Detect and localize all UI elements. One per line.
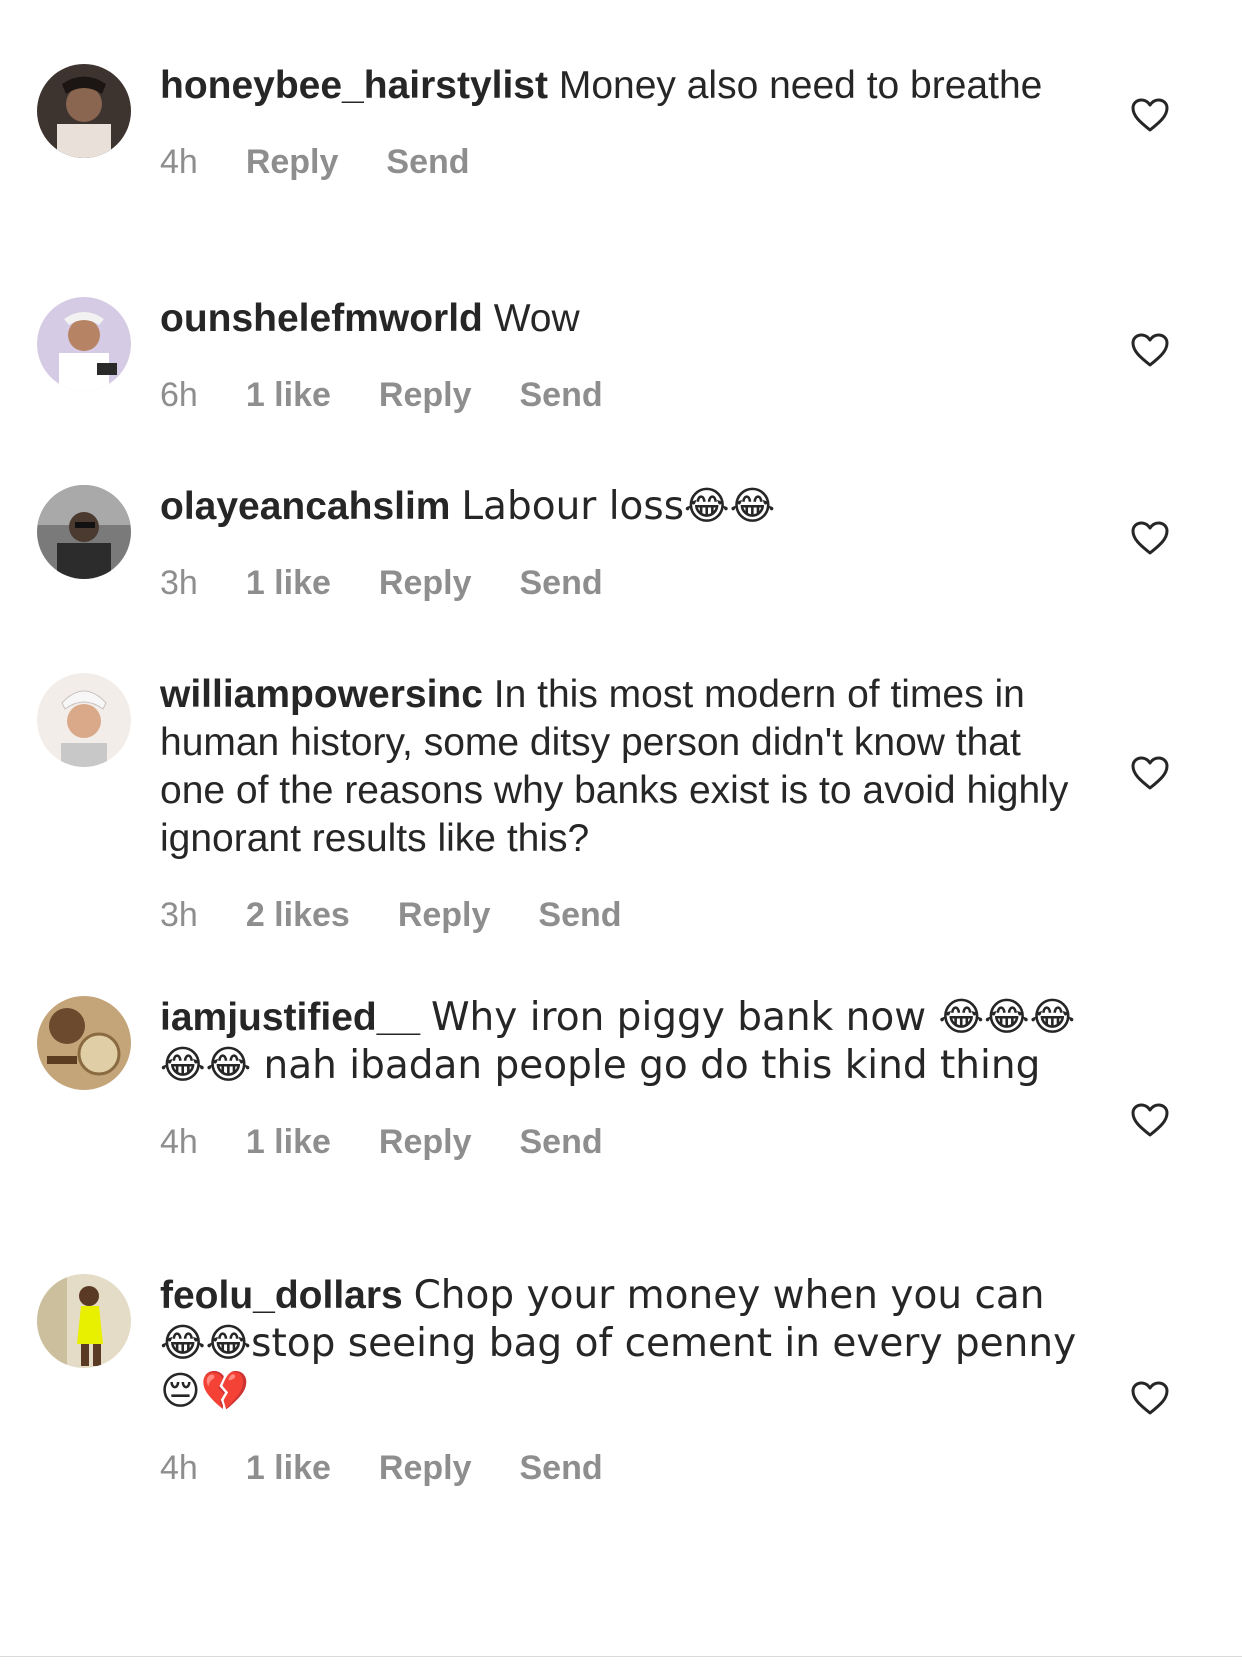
avatar[interactable] (37, 673, 131, 767)
comment-time: 3h (160, 564, 198, 602)
heart-outline-icon[interactable] (1130, 755, 1170, 791)
comment-meta: 3h 2 likes Reply Send (160, 895, 1080, 935)
comment-time: 3h (160, 896, 198, 934)
comment-text: iamjustified__ Why iron piggy bank now 😂… (160, 994, 1080, 1090)
send-button[interactable]: Send (520, 1122, 603, 1162)
send-button[interactable]: Send (520, 1448, 603, 1488)
like-count[interactable]: 1 like (246, 1122, 331, 1162)
avatar[interactable] (37, 64, 131, 158)
comment-meta: 4h 1 like Reply Send (160, 1448, 1080, 1488)
heart-outline-icon[interactable] (1130, 1102, 1170, 1138)
comment-text: honeybee_hairstylist Money also need to … (160, 62, 1080, 110)
comment-body: Labour loss😂😂 (461, 484, 776, 529)
comment-time: 6h (160, 376, 198, 414)
comment-username[interactable]: iamjustified__ (160, 996, 420, 1039)
comment-time: 4h (160, 1449, 198, 1487)
like-count[interactable]: 1 like (246, 563, 331, 603)
comment-time: 4h (160, 1123, 198, 1161)
comment-meta: 3h 1 like Reply Send (160, 563, 1080, 603)
comment-text: feolu_dollars Chop your money when you c… (160, 1272, 1080, 1416)
comment-meta: 4h 1 like Reply Send (160, 1122, 1080, 1162)
comment-text: olayeancahslim Labour loss😂😂 (160, 483, 1080, 531)
comment-username[interactable]: ounshelefmworld (160, 297, 483, 340)
comment-meta: 6h 1 like Reply Send (160, 375, 1080, 415)
avatar[interactable] (37, 996, 131, 1090)
reply-button[interactable]: Reply (246, 142, 339, 182)
send-button[interactable]: Send (538, 895, 621, 935)
like-count[interactable]: 1 like (246, 375, 331, 415)
like-count[interactable]: 2 likes (246, 895, 350, 935)
reply-button[interactable]: Reply (379, 1448, 472, 1488)
comment-text: ounshelefmworld Wow (160, 295, 1080, 343)
reply-button[interactable]: Reply (398, 895, 491, 935)
send-button[interactable]: Send (520, 563, 603, 603)
heart-outline-icon[interactable] (1130, 1380, 1170, 1416)
reply-button[interactable]: Reply (379, 563, 472, 603)
comment-username[interactable]: olayeancahslim (160, 485, 450, 528)
avatar[interactable] (37, 1274, 131, 1368)
comment-username[interactable]: williampowersinc (160, 673, 483, 716)
like-count[interactable]: 1 like (246, 1448, 331, 1488)
heart-outline-icon[interactable] (1130, 332, 1170, 368)
comment-body: Money also need to breathe (558, 64, 1043, 107)
comment-time: 4h (160, 143, 198, 181)
reply-button[interactable]: Reply (379, 375, 472, 415)
reply-button[interactable]: Reply (379, 1122, 472, 1162)
heart-outline-icon[interactable] (1130, 97, 1170, 133)
comment-username[interactable]: honeybee_hairstylist (160, 64, 548, 107)
avatar[interactable] (37, 297, 131, 391)
avatar[interactable] (37, 485, 131, 579)
divider (0, 1656, 1242, 1657)
comment-text: williampowersinc In this most modern of … (160, 671, 1080, 863)
comment-meta: 4h Reply Send (160, 142, 1080, 182)
comment-body: Wow (493, 297, 580, 340)
heart-outline-icon[interactable] (1130, 520, 1170, 556)
send-button[interactable]: Send (386, 142, 469, 182)
send-button[interactable]: Send (520, 375, 603, 415)
comment-username[interactable]: feolu_dollars (160, 1274, 403, 1317)
